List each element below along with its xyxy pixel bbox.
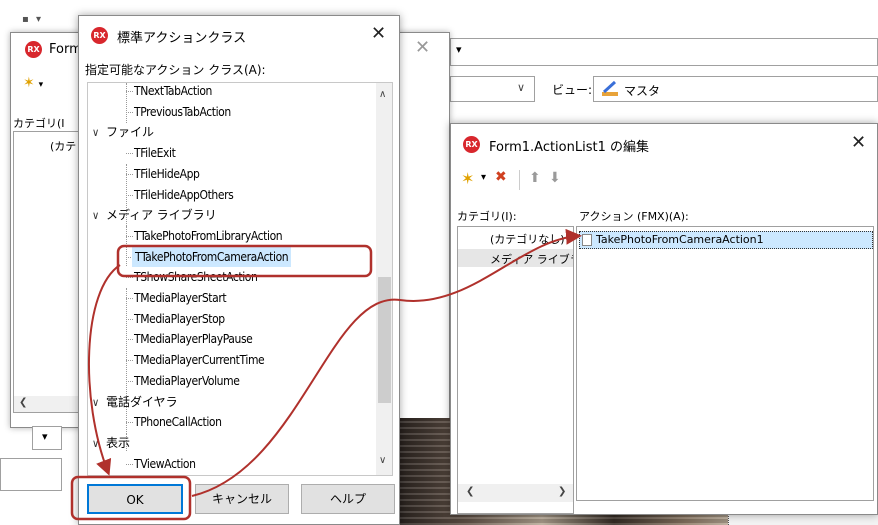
highlight-ok-button — [70, 475, 192, 521]
annotation-overlay — [70, 228, 582, 521]
arrow-to-ok-button — [87, 264, 121, 476]
highlight-selected-class — [116, 244, 373, 278]
